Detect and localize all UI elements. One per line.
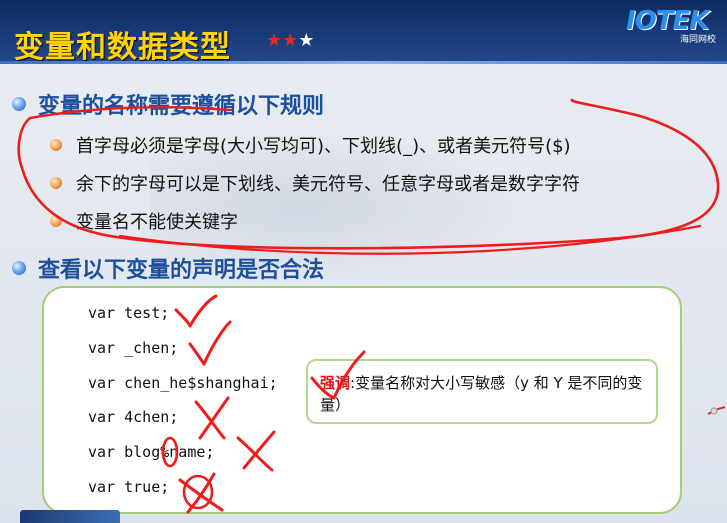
rule-item: 余下的字母可以是下划线、美元符号、任意字母或者是数字字符 (50, 170, 580, 196)
code-line: var true; (88, 478, 170, 496)
note-label: 强调 (320, 374, 351, 392)
bullet-icon (12, 97, 26, 111)
bullet-heading: 查看以下变量的声明是否合法 (38, 258, 325, 283)
rule-item: 首字母必须是字母(大小写均可)、下划线(_)、或者美元符号($) (50, 132, 571, 158)
star-icon: ★ (282, 30, 299, 51)
rule-text: 首字母必须是字母(大小写均可)、下划线(_)、或者美元符号($) (76, 136, 571, 157)
bullet-rules: 变量的名称需要遵循以下规则 (12, 88, 324, 120)
slide-title: 变量和数据类型 (14, 30, 231, 64)
code-line: var test; (88, 304, 170, 322)
bullet-heading: 变量的名称需要遵循以下规则 (38, 94, 325, 119)
note-callout: 强调:变量名称对大小写敏感（y 和 Y 是不同的变量） (306, 359, 658, 424)
bullet-icon (50, 139, 62, 151)
bullet-icon (50, 177, 62, 189)
rule-item: 变量名不能使关键字 (50, 208, 238, 234)
code-line: var _chen; (88, 339, 179, 357)
note-text: :变量名称对大小写敏感（y 和 Y 是不同的变量） (320, 374, 643, 414)
code-line: var 4chen; (88, 408, 179, 426)
side-decoration (707, 406, 726, 415)
code-line: var blog%name; (88, 443, 215, 461)
iotek-logo: IOTEK 海同网校 (620, 4, 724, 45)
rule-text: 变量名不能使关键字 (76, 212, 238, 233)
star-icon: ★ (298, 30, 315, 51)
logo-subtitle: 海同网校 (680, 35, 717, 45)
rule-text: 余下的字母可以是下划线、美元符号、任意字母或者是数字字符 (76, 174, 580, 195)
star-icon: ★ (266, 30, 283, 51)
bullet-check: 查看以下变量的声明是否合法 (12, 252, 324, 284)
difficulty-rating: ★★★ (266, 30, 314, 51)
code-line: var chen_he$shanghai; (88, 374, 278, 392)
bottom-decoration (20, 510, 120, 523)
bullet-icon (50, 215, 62, 227)
bullet-icon (12, 261, 26, 275)
title-bar: 变量和数据类型 ★★★ IOTEK 海同网校 (0, 0, 727, 64)
